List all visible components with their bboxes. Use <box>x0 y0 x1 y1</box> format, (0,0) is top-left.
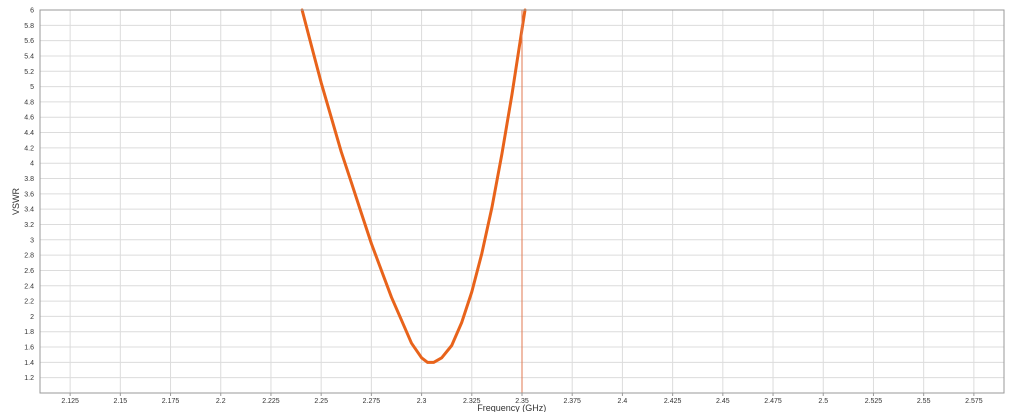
x-tick-label: 2.225 <box>262 398 280 405</box>
x-tick-label: 2.45 <box>716 398 730 405</box>
y-tick-label: 5.8 <box>24 23 34 30</box>
x-tick-label: 2.375 <box>563 398 581 405</box>
x-tick-label: 2.125 <box>61 398 79 405</box>
x-tick-label: 2.4 <box>618 398 628 405</box>
x-axis-label: Frequency (GHz) <box>477 403 546 412</box>
y-tick-label: 3 <box>30 237 34 244</box>
x-tick-label: 2.525 <box>865 398 883 405</box>
y-tick-label: 4.4 <box>24 130 34 137</box>
y-tick-label: 2.4 <box>24 283 34 290</box>
x-tick-label: 2.2 <box>216 398 226 405</box>
x-tick-label: 2.15 <box>114 398 128 405</box>
y-tick-label: 6 <box>30 8 34 15</box>
vswr-chart: 1.2 1.4 1.6 1.8 2 2.2 2.4 2.6 2.8 3 3.2 3.4 3.6 3.8 4 4… <box>0 0 1024 412</box>
y-tick-label: 3.6 <box>24 191 34 198</box>
x-tick-label: 2.475 <box>764 398 782 405</box>
y-tick-label: 2 <box>30 314 34 321</box>
y-tick-label: 3.2 <box>24 222 34 229</box>
x-tick-label: 2.575 <box>965 398 983 405</box>
chart-canvas: 1.2 1.4 1.6 1.8 2 2.2 2.4 2.6 2.8 3 3.2 3.4 3.6 3.8 4 4… <box>11 8 1005 412</box>
x-tick-label: 2.25 <box>314 398 328 405</box>
y-tick-label: 1.8 <box>24 329 34 336</box>
y-tick-label: 2.8 <box>24 253 34 260</box>
y-tick-label: 4.2 <box>24 145 34 152</box>
y-tick-label: 5.6 <box>24 38 34 45</box>
y-tick-label: 3.8 <box>24 176 34 183</box>
x-tick-label: 2.55 <box>917 398 931 405</box>
y-tick-label: 4.8 <box>24 99 34 106</box>
y-tick-label: 4 <box>30 161 34 168</box>
y-tick-label: 5.4 <box>24 53 34 60</box>
vswr-series-line <box>300 8 527 364</box>
y-tick-label: 3.4 <box>24 207 34 214</box>
x-tick-label: 2.275 <box>363 398 381 405</box>
x-tick-label: 2.5 <box>818 398 828 405</box>
y-tick-label: 1.2 <box>24 375 34 382</box>
y-tick-label: 5.2 <box>24 69 34 76</box>
y-tick-label: 1.6 <box>24 345 34 352</box>
x-tick-label: 2.3 <box>417 398 427 405</box>
y-tick-label: 2.6 <box>24 268 34 275</box>
y-tick-label: 4.6 <box>24 115 34 122</box>
series-layer <box>300 8 527 364</box>
y-axis-label: VSWR <box>11 187 21 215</box>
y-tick-label: 5 <box>30 84 34 91</box>
y-tick-label: 2.2 <box>24 299 34 306</box>
y-tick-label: 1.4 <box>24 360 34 367</box>
x-tick-label: 2.175 <box>162 398 180 405</box>
y-axis-ticks: 1.2 1.4 1.6 1.8 2 2.2 2.4 2.6 2.8 3 3.2 3.4 3.6 3.8 4 4… <box>24 8 34 383</box>
x-tick-label: 2.425 <box>664 398 682 405</box>
